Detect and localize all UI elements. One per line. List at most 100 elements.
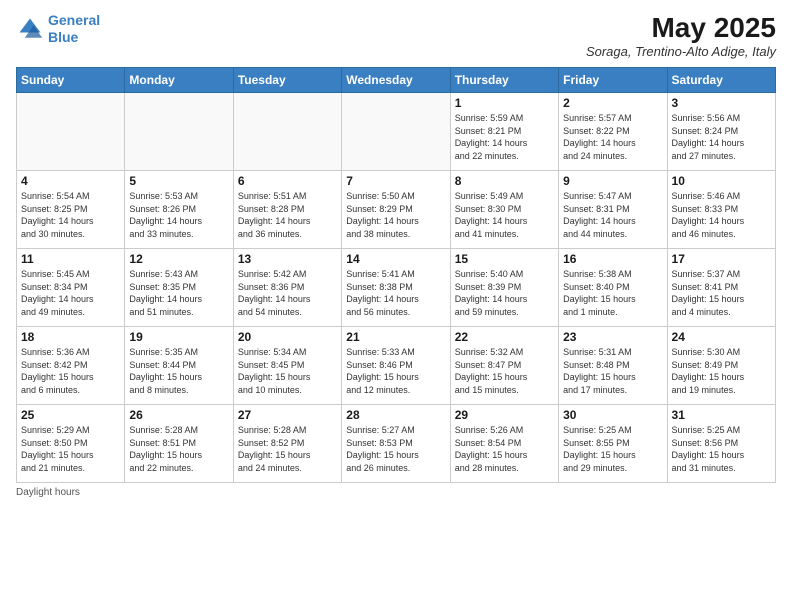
day-number: 25 [21, 408, 120, 422]
day-number: 4 [21, 174, 120, 188]
day-info: Sunrise: 5:30 AM Sunset: 8:49 PM Dayligh… [672, 346, 771, 396]
day-info: Sunrise: 5:25 AM Sunset: 8:56 PM Dayligh… [672, 424, 771, 474]
calendar-cell [233, 93, 341, 171]
day-number: 23 [563, 330, 662, 344]
day-number: 19 [129, 330, 228, 344]
calendar-cell: 14Sunrise: 5:41 AM Sunset: 8:38 PM Dayli… [342, 249, 450, 327]
weekday-header-row: SundayMondayTuesdayWednesdayThursdayFrid… [17, 68, 776, 93]
week-row-2: 4 Sunrise: 5:54 AM Sunset: 8:25 PM Daylig… [17, 171, 776, 249]
day-number: 29 [455, 408, 554, 422]
day-number: 22 [455, 330, 554, 344]
calendar-cell: 2Sunrise: 5:57 AM Sunset: 8:22 PM Daylig… [559, 93, 667, 171]
header: General Blue May 2025 Soraga, Trentino-A… [16, 12, 776, 59]
weekday-header-friday: Friday [559, 68, 667, 93]
calendar-cell [125, 93, 233, 171]
day-info: Sunrise: 5:40 AM Sunset: 8:39 PM Dayligh… [455, 268, 554, 318]
day-number: 3 [672, 96, 771, 110]
calendar-cell: 18Sunrise: 5:36 AM Sunset: 8:42 PM Dayli… [17, 327, 125, 405]
location: Soraga, Trentino-Alto Adige, Italy [586, 44, 776, 59]
calendar-cell: 28 Sunrise: 5:27 AM Sunset: 8:53 PM Dayli… [342, 405, 450, 483]
day-info: Sunrise: 5:37 AM Sunset: 8:41 PM Dayligh… [672, 268, 771, 318]
week-row-3: 11 Sunrise: 5:45 AM Sunset: 8:34 PM Dayli… [17, 249, 776, 327]
weekday-header-monday: Monday [125, 68, 233, 93]
day-info: Sunrise: 5:32 AM Sunset: 8:47 PM Dayligh… [455, 346, 554, 396]
logo: General Blue [16, 12, 100, 46]
calendar-cell: 4 Sunrise: 5:54 AM Sunset: 8:25 PM Daylig… [17, 171, 125, 249]
calendar-cell: 12Sunrise: 5:43 AM Sunset: 8:35 PM Dayli… [125, 249, 233, 327]
calendar-cell: 5 Sunrise: 5:53 AM Sunset: 8:26 PM Daylig… [125, 171, 233, 249]
day-number: 31 [672, 408, 771, 422]
calendar-cell: 21 Sunrise: 5:33 AM Sunset: 8:46 PM Dayli… [342, 327, 450, 405]
calendar-cell: 29 Sunrise: 5:26 AM Sunset: 8:54 PM Dayli… [450, 405, 558, 483]
day-info: Sunrise: 5:26 AM Sunset: 8:54 PM Dayligh… [455, 424, 554, 474]
day-info: Sunrise: 5:27 AM Sunset: 8:53 PM Dayligh… [346, 424, 445, 474]
day-number: 20 [238, 330, 337, 344]
week-row-4: 18Sunrise: 5:36 AM Sunset: 8:42 PM Dayli… [17, 327, 776, 405]
calendar-cell: 17Sunrise: 5:37 AM Sunset: 8:41 PM Dayli… [667, 249, 775, 327]
calendar-cell: 27 Sunrise: 5:28 AM Sunset: 8:52 PM Dayli… [233, 405, 341, 483]
calendar-cell: 1 Sunrise: 5:59 AM Sunset: 8:21 PM Daylig… [450, 93, 558, 171]
day-number: 5 [129, 174, 228, 188]
day-number: 27 [238, 408, 337, 422]
calendar-cell: 6Sunrise: 5:51 AM Sunset: 8:28 PM Daylig… [233, 171, 341, 249]
day-number: 15 [455, 252, 554, 266]
day-info: Sunrise: 5:54 AM Sunset: 8:25 PM Dayligh… [21, 190, 120, 240]
day-number: 11 [21, 252, 120, 266]
calendar-cell: 24Sunrise: 5:30 AM Sunset: 8:49 PM Dayli… [667, 327, 775, 405]
day-info: Sunrise: 5:53 AM Sunset: 8:26 PM Dayligh… [129, 190, 228, 240]
logo-icon [16, 15, 44, 43]
day-number: 21 [346, 330, 445, 344]
day-number: 9 [563, 174, 662, 188]
day-info: Sunrise: 5:38 AM Sunset: 8:40 PM Dayligh… [563, 268, 662, 318]
calendar-cell: 10Sunrise: 5:46 AM Sunset: 8:33 PM Dayli… [667, 171, 775, 249]
day-number: 30 [563, 408, 662, 422]
footer-daylight-label: Daylight hours [16, 487, 80, 498]
calendar-cell: 11 Sunrise: 5:45 AM Sunset: 8:34 PM Dayli… [17, 249, 125, 327]
day-info: Sunrise: 5:49 AM Sunset: 8:30 PM Dayligh… [455, 190, 554, 240]
day-number: 7 [346, 174, 445, 188]
day-info: Sunrise: 5:51 AM Sunset: 8:28 PM Dayligh… [238, 190, 337, 240]
calendar-cell: 15 Sunrise: 5:40 AM Sunset: 8:39 PM Dayli… [450, 249, 558, 327]
day-info: Sunrise: 5:31 AM Sunset: 8:48 PM Dayligh… [563, 346, 662, 396]
day-number: 28 [346, 408, 445, 422]
day-number: 26 [129, 408, 228, 422]
calendar-cell: 26 Sunrise: 5:28 AM Sunset: 8:51 PM Dayli… [125, 405, 233, 483]
weekday-header-thursday: Thursday [450, 68, 558, 93]
day-info: Sunrise: 5:28 AM Sunset: 8:52 PM Dayligh… [238, 424, 337, 474]
calendar-cell: 13Sunrise: 5:42 AM Sunset: 8:36 PM Dayli… [233, 249, 341, 327]
day-number: 1 [455, 96, 554, 110]
footer-note: Daylight hours [16, 487, 776, 498]
day-info: Sunrise: 5:28 AM Sunset: 8:51 PM Dayligh… [129, 424, 228, 474]
calendar-cell: 3 Sunrise: 5:56 AM Sunset: 8:24 PM Daylig… [667, 93, 775, 171]
calendar-cell [17, 93, 125, 171]
calendar-cell: 23 Sunrise: 5:31 AM Sunset: 8:48 PM Dayli… [559, 327, 667, 405]
title-block: May 2025 Soraga, Trentino-Alto Adige, It… [586, 12, 776, 59]
calendar-cell: 19Sunrise: 5:35 AM Sunset: 8:44 PM Dayli… [125, 327, 233, 405]
logo-line2: Blue [48, 29, 78, 45]
calendar-cell: 9 Sunrise: 5:47 AM Sunset: 8:31 PM Daylig… [559, 171, 667, 249]
logo-line1: General [48, 12, 100, 28]
day-info: Sunrise: 5:56 AM Sunset: 8:24 PM Dayligh… [672, 112, 771, 162]
calendar-cell: 8Sunrise: 5:49 AM Sunset: 8:30 PM Daylig… [450, 171, 558, 249]
calendar-cell: 7 Sunrise: 5:50 AM Sunset: 8:29 PM Daylig… [342, 171, 450, 249]
day-info: Sunrise: 5:29 AM Sunset: 8:50 PM Dayligh… [21, 424, 120, 474]
day-info: Sunrise: 5:33 AM Sunset: 8:46 PM Dayligh… [346, 346, 445, 396]
calendar-cell [342, 93, 450, 171]
calendar-cell: 31 Sunrise: 5:25 AM Sunset: 8:56 PM Dayli… [667, 405, 775, 483]
day-info: Sunrise: 5:41 AM Sunset: 8:38 PM Dayligh… [346, 268, 445, 318]
day-info: Sunrise: 5:45 AM Sunset: 8:34 PM Dayligh… [21, 268, 120, 318]
calendar-cell: 25 Sunrise: 5:29 AM Sunset: 8:50 PM Dayli… [17, 405, 125, 483]
page: General Blue May 2025 Soraga, Trentino-A… [0, 0, 792, 612]
week-row-5: 25 Sunrise: 5:29 AM Sunset: 8:50 PM Dayli… [17, 405, 776, 483]
logo-text: General Blue [48, 12, 100, 46]
day-number: 12 [129, 252, 228, 266]
day-info: Sunrise: 5:42 AM Sunset: 8:36 PM Dayligh… [238, 268, 337, 318]
week-row-1: 1 Sunrise: 5:59 AM Sunset: 8:21 PM Daylig… [17, 93, 776, 171]
day-info: Sunrise: 5:59 AM Sunset: 8:21 PM Dayligh… [455, 112, 554, 162]
calendar-cell: 22 Sunrise: 5:32 AM Sunset: 8:47 PM Dayli… [450, 327, 558, 405]
day-number: 2 [563, 96, 662, 110]
calendar-cell: 16Sunrise: 5:38 AM Sunset: 8:40 PM Dayli… [559, 249, 667, 327]
month-title: May 2025 [586, 12, 776, 44]
day-info: Sunrise: 5:50 AM Sunset: 8:29 PM Dayligh… [346, 190, 445, 240]
day-info: Sunrise: 5:47 AM Sunset: 8:31 PM Dayligh… [563, 190, 662, 240]
